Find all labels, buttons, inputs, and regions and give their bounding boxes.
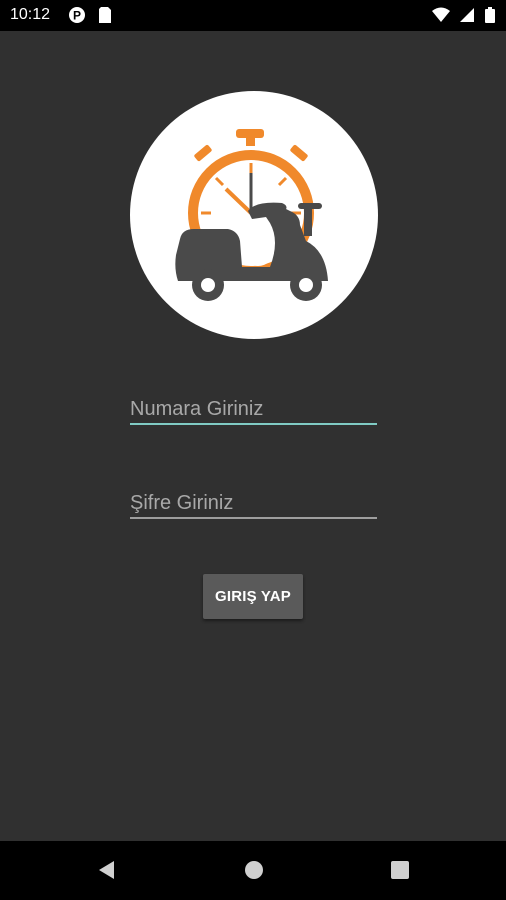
home-icon[interactable] [244, 860, 264, 880]
signal-icon [459, 8, 474, 22]
navigation-bar [0, 841, 506, 900]
recents-icon[interactable] [390, 860, 410, 880]
svg-text:P: P [73, 9, 81, 23]
notification-p-icon: P [69, 7, 85, 23]
status-time: 10:12 [10, 6, 51, 23]
status-bar: 10:12 P [0, 0, 506, 31]
sim-card-icon [99, 7, 112, 23]
password-underline [130, 517, 377, 519]
password-field[interactable] [130, 479, 377, 519]
status-left-icons: P [68, 6, 112, 24]
phone-field[interactable] [130, 385, 377, 425]
phone-input[interactable] [130, 398, 377, 421]
app-logo [130, 91, 378, 339]
login-button[interactable]: GIRIŞ YAP [203, 574, 303, 619]
wifi-icon [432, 7, 451, 22]
password-input[interactable] [130, 492, 377, 515]
scooter-stopwatch-icon [175, 129, 328, 301]
status-right-icons [431, 6, 496, 24]
phone-underline [130, 423, 377, 425]
battery-icon [485, 7, 495, 23]
back-icon[interactable] [96, 860, 116, 880]
